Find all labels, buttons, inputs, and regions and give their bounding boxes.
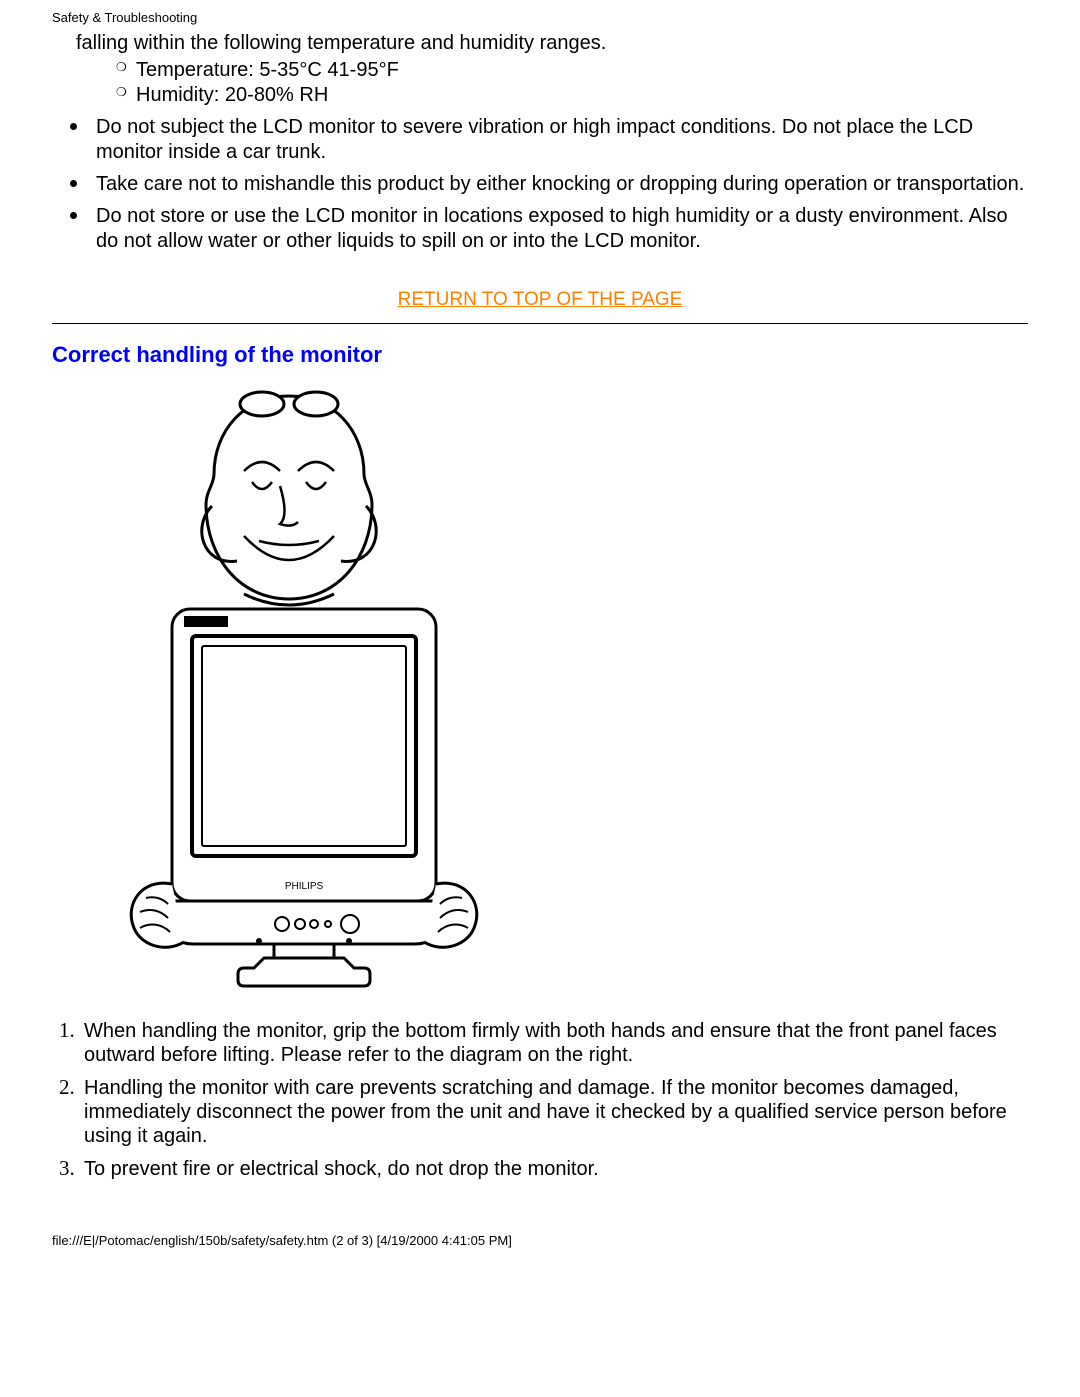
numbered-list: When handling the monitor, grip the bott… <box>80 1018 1028 1181</box>
section-title: Correct handling of the monitor <box>52 342 1028 368</box>
monitor-handling-icon: PHILIPS <box>94 386 484 998</box>
sub-bullet-item: Temperature: 5-35°C 41-95°F <box>116 58 1028 83</box>
numbered-item: When handling the monitor, grip the bott… <box>80 1018 1028 1067</box>
return-to-top-container: RETURN TO TOP OF THE PAGE <box>52 288 1028 311</box>
main-bullet-list: Do not subject the LCD monitor to severe… <box>90 112 1028 254</box>
return-to-top-link[interactable]: RETURN TO TOP OF THE PAGE <box>398 289 683 310</box>
main-bullet-item: Take care not to mishandle this product … <box>90 169 1028 197</box>
numbered-item: Handling the monitor with care prevents … <box>80 1075 1028 1148</box>
sub-bullet-list: Temperature: 5-35°C 41-95°F Humidity: 20… <box>116 58 1028 108</box>
intro-fragment: falling within the following temperature… <box>76 31 1028 56</box>
handling-illustration: PHILIPS <box>94 386 1028 998</box>
svg-text:PHILIPS: PHILIPS <box>285 881 324 892</box>
footer-path: file:///E|/Potomac/english/150b/safety/s… <box>52 1233 1028 1248</box>
main-bullet-item: Do not subject the LCD monitor to severe… <box>90 112 1028 165</box>
sub-bullet-item: Humidity: 20-80% RH <box>116 83 1028 108</box>
divider <box>52 323 1028 324</box>
numbered-item: To prevent fire or electrical shock, do … <box>80 1156 1028 1181</box>
main-bullet-item: Do not store or use the LCD monitor in l… <box>90 201 1028 254</box>
page-header: Safety & Troubleshooting <box>52 10 1028 25</box>
